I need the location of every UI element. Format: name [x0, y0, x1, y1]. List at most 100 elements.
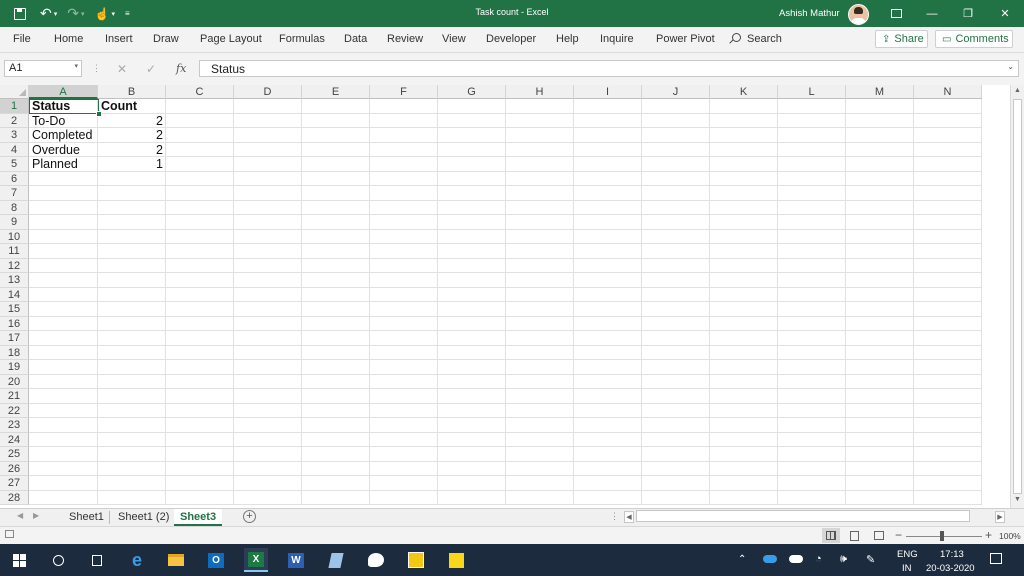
row-header-25[interactable]: 25 [0, 447, 29, 462]
cloud-icon[interactable] [789, 555, 803, 563]
zoom-out-icon[interactable]: − [895, 528, 902, 542]
sheet-tab-sheet1-2[interactable]: Sheet1 (2) [112, 509, 175, 526]
cell-a4[interactable]: Overdue [32, 143, 95, 158]
tab-page-layout[interactable]: Page Layout [200, 33, 262, 45]
column-header-h[interactable]: H [506, 85, 574, 99]
pen-icon[interactable]: ✎ [866, 553, 875, 566]
row-header-18[interactable]: 18 [0, 345, 29, 360]
row-header-19[interactable]: 19 [0, 360, 29, 375]
zoom-slider-thumb[interactable] [940, 531, 944, 541]
restore-icon[interactable]: ❐ [950, 0, 986, 27]
row-header-22[interactable]: 22 [0, 403, 29, 418]
scroll-up-icon[interactable]: ▲ [1014, 87, 1021, 94]
cell-a2[interactable]: To-Do [32, 114, 95, 129]
insert-function-icon[interactable]: fx [176, 62, 186, 75]
column-header-j[interactable]: J [642, 85, 710, 99]
row-header-26[interactable]: 26 [0, 461, 29, 476]
tab-review[interactable]: Review [387, 33, 423, 45]
column-header-n[interactable]: N [914, 85, 982, 99]
macro-record-icon[interactable] [5, 530, 14, 538]
chevron-down-icon[interactable]: ▾ [74, 62, 78, 70]
tab-split-handle[interactable]: ⋮ [610, 511, 619, 522]
search-icon[interactable] [46, 548, 70, 572]
row-header-8[interactable]: 8 [0, 200, 29, 215]
row-header-9[interactable]: 9 [0, 215, 29, 230]
avatar[interactable] [848, 4, 869, 25]
notification-icon[interactable] [990, 553, 1002, 564]
scroll-right-icon[interactable]: ▶ [995, 511, 1005, 523]
sheet-tab-sheet3[interactable]: Sheet3 [174, 509, 223, 526]
tab-home[interactable]: Home [54, 33, 83, 45]
column-header-e[interactable]: E [302, 85, 370, 99]
column-header-l[interactable]: L [778, 85, 846, 99]
excel-icon[interactable]: X [244, 548, 268, 572]
task-view-icon[interactable] [85, 548, 109, 572]
share-button[interactable]: ⇪ Share [875, 30, 928, 48]
row-header-12[interactable]: 12 [0, 258, 29, 273]
page-break-preview-icon[interactable] [874, 531, 884, 540]
row-header-28[interactable]: 28 [0, 490, 29, 505]
zoom-level[interactable]: 100% [999, 531, 1021, 541]
tab-inquire[interactable]: Inquire [600, 33, 634, 45]
column-header-g[interactable]: G [438, 85, 506, 99]
tab-view[interactable]: View [442, 33, 466, 45]
minimize-icon[interactable]: — [914, 0, 950, 27]
paint-app-icon[interactable] [364, 548, 388, 572]
vertical-scroll-thumb[interactable] [1013, 99, 1022, 494]
row-header-7[interactable]: 7 [0, 186, 29, 201]
row-header-14[interactable]: 14 [0, 287, 29, 302]
zoom-slider-track[interactable] [906, 536, 982, 537]
volume-icon[interactable]: 🕪 [840, 553, 847, 566]
onedrive-icon[interactable] [763, 555, 777, 563]
row-header-3[interactable]: 3 [0, 128, 29, 143]
column-header-k[interactable]: K [710, 85, 778, 99]
vertical-scrollbar[interactable]: ▲ ▼ [1010, 85, 1024, 508]
fill-handle[interactable] [96, 111, 102, 117]
row-header-13[interactable]: 13 [0, 273, 29, 288]
row-header-17[interactable]: 17 [0, 331, 29, 346]
close-icon[interactable]: ✕ [987, 0, 1023, 27]
row-header-15[interactable]: 15 [0, 302, 29, 317]
sheet-tab-sheet1[interactable]: Sheet1 [63, 509, 110, 526]
prev-sheet-icon[interactable]: ◀ [17, 511, 23, 520]
normal-view-icon[interactable] [822, 528, 840, 543]
column-header-m[interactable]: M [846, 85, 914, 99]
row-header-10[interactable]: 10 [0, 229, 29, 244]
expand-formula-icon[interactable]: ⌄ [1007, 62, 1014, 71]
row-header-21[interactable]: 21 [0, 389, 29, 404]
ribbon-display-options-icon[interactable] [878, 0, 914, 27]
file-explorer-icon[interactable] [164, 548, 188, 572]
tab-power-pivot[interactable]: Power Pivot [656, 33, 715, 45]
row-header-5[interactable]: 5 [0, 157, 29, 172]
tab-file[interactable]: File [13, 33, 31, 45]
row-header-4[interactable]: 4 [0, 142, 29, 157]
cell-a3[interactable]: Completed [32, 128, 95, 143]
tab-insert[interactable]: Insert [105, 33, 133, 45]
clock-date[interactable]: 20-03-2020 [926, 563, 975, 574]
row-header-23[interactable]: 23 [0, 418, 29, 433]
worksheet-grid[interactable]: ABCDEFGHIJKLMN 1 2 3 4 5 6 7 8 9 10 11 12 13 14 15 16 17… [0, 85, 1010, 505]
power-bi-icon[interactable] [404, 548, 428, 572]
cell-b2[interactable]: 2 [101, 114, 163, 129]
column-header-d[interactable]: D [234, 85, 302, 99]
clock-time[interactable]: 17:13 [940, 549, 964, 560]
tab-developer[interactable]: Developer [486, 33, 536, 45]
column-header-b[interactable]: B [98, 85, 166, 99]
name-box[interactable]: A1 ▾ [4, 60, 82, 77]
comments-button[interactable]: ▭ Comments [935, 30, 1013, 48]
region-indicator[interactable]: IN [902, 563, 912, 574]
tab-data[interactable]: Data [344, 33, 367, 45]
edge-browser-icon[interactable]: e [125, 548, 149, 572]
select-all-corner[interactable] [0, 85, 29, 99]
row-header-24[interactable]: 24 [0, 432, 29, 447]
row-header-6[interactable]: 6 [0, 171, 29, 186]
windows-start-icon[interactable] [7, 548, 31, 572]
scroll-left-icon[interactable]: ◀ [624, 511, 634, 523]
row-header-27[interactable]: 27 [0, 476, 29, 491]
more-options-icon[interactable]: ⋮ [92, 63, 101, 74]
column-header-i[interactable]: I [574, 85, 642, 99]
row-header-16[interactable]: 16 [0, 316, 29, 331]
new-sheet-icon[interactable]: + [243, 510, 256, 523]
zoom-in-icon[interactable]: + [985, 528, 992, 542]
user-name[interactable]: Ashish Mathur [779, 8, 840, 19]
